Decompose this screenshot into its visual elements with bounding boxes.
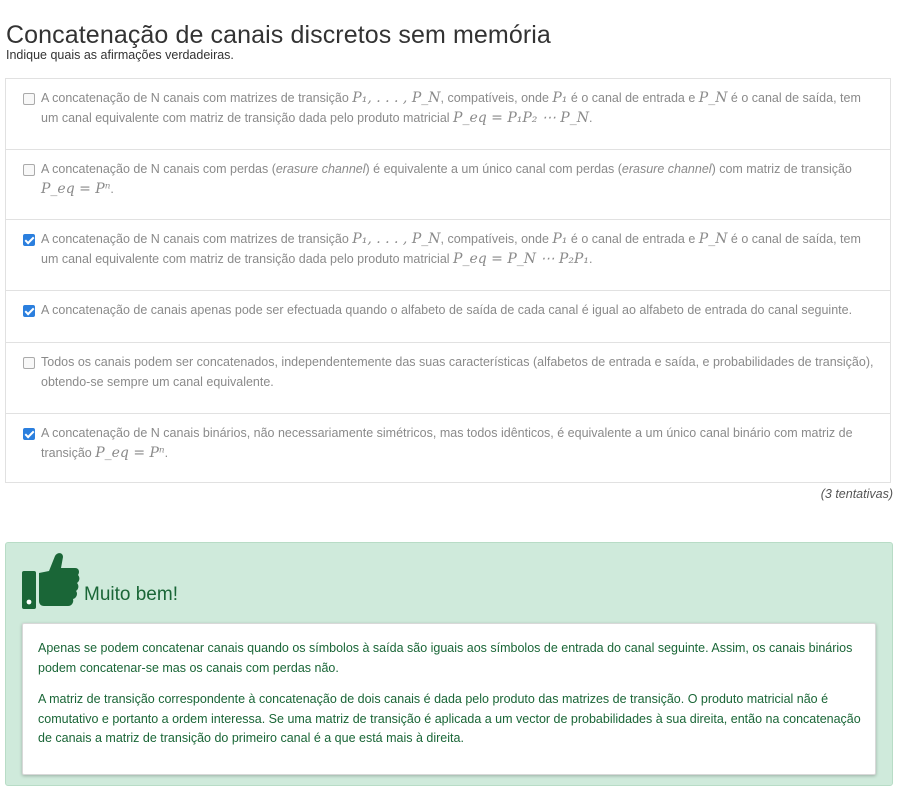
feedback-paragraph-2: A matriz de transição correspondente à c…	[38, 692, 861, 745]
answer-options-list: A concatenação de N canais com matrizes …	[5, 78, 891, 483]
option-2-text: A concatenação de N canais com perdas (e…	[41, 162, 852, 197]
question-instruction: Indique quais as afirmações verdadeiras.	[6, 48, 234, 62]
feedback-panel: Muito bem! Apenas se podem concatenar ca…	[5, 542, 893, 786]
thumbs-up-icon	[22, 553, 80, 609]
option-2-checkbox[interactable]	[23, 164, 35, 176]
option-6-text: A concatenação de N canais binários, não…	[41, 426, 853, 461]
answer-option-5[interactable]: Todos os canais podem ser concatenados, …	[6, 343, 890, 414]
option-3-text: A concatenação de N canais com matrizes …	[41, 231, 861, 267]
answer-option-2[interactable]: A concatenação de N canais com perdas (e…	[6, 150, 890, 220]
option-3-checkbox[interactable]	[23, 234, 35, 246]
option-4-text: A concatenação de canais apenas pode ser…	[41, 303, 853, 317]
attempts-count: (3 tentativas)	[820, 487, 893, 501]
answer-option-4[interactable]: A concatenação de canais apenas pode ser…	[6, 291, 890, 343]
option-5-checkbox[interactable]	[23, 357, 35, 369]
option-1-checkbox[interactable]	[23, 93, 35, 105]
answer-option-3[interactable]: A concatenação de N canais com matrizes …	[6, 220, 890, 291]
option-4-checkbox[interactable]	[23, 305, 35, 317]
option-5-text: Todos os canais podem ser concatenados, …	[41, 355, 874, 389]
answer-option-1[interactable]: A concatenação de N canais com matrizes …	[6, 79, 890, 150]
option-6-checkbox[interactable]	[23, 428, 35, 440]
feedback-paragraph-1: Apenas se podem concatenar canais quando…	[38, 641, 853, 675]
answer-option-6[interactable]: A concatenação de N canais binários, não…	[6, 414, 890, 482]
page-title: Concatenação de canais discretos sem mem…	[6, 20, 551, 49]
option-1-text: A concatenação de N canais com matrizes …	[41, 90, 861, 126]
feedback-title: Muito bem!	[84, 584, 178, 605]
feedback-explanation-box: Apenas se podem concatenar canais quando…	[22, 623, 876, 775]
